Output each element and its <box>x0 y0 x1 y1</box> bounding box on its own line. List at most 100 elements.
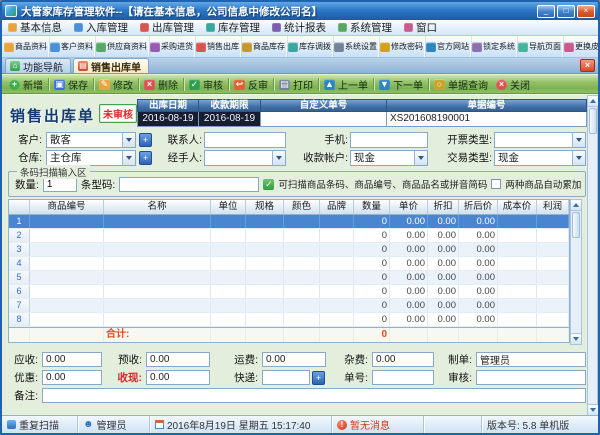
maximize-button[interactable]: □ <box>557 5 575 18</box>
scroll-up-icon[interactable] <box>571 200 581 211</box>
btn-close[interactable]: ×关闭 <box>492 75 534 93</box>
tab-function-nav[interactable]: ⌂ 功能导航 <box>5 58 71 73</box>
col-price[interactable]: 单价 <box>390 200 428 214</box>
prepaid-input[interactable] <box>146 352 210 367</box>
table-row[interactable]: 400.000.000.00 <box>9 257 569 271</box>
table-row[interactable]: 200.000.000.00 <box>9 229 569 243</box>
chevron-down-icon[interactable] <box>572 151 585 165</box>
scroll-thumb[interactable] <box>572 212 580 238</box>
tracking-no-input[interactable] <box>372 370 434 385</box>
out-date-value[interactable]: 2016-08-19 <box>137 112 199 127</box>
menu-item-basic-info[interactable]: 基本信息 <box>2 20 68 36</box>
table-row[interactable]: 800.000.000.00 <box>9 313 569 327</box>
btn-audit[interactable]: ✓审核 <box>185 75 227 93</box>
col-unit[interactable]: 单位 <box>211 200 246 214</box>
toolbar-supplier-info[interactable]: 供应商资料 <box>95 36 149 58</box>
trade-type-select[interactable]: 现金 <box>494 150 586 166</box>
discount-input[interactable] <box>42 370 102 385</box>
col-spec[interactable]: 规格 <box>246 200 284 214</box>
close-button[interactable]: × <box>577 5 595 18</box>
table-row[interactable]: 700.000.000.00 <box>9 299 569 313</box>
menu-item-outbound[interactable]: 出库管理 <box>134 20 200 36</box>
custom-no-value[interactable] <box>261 112 387 127</box>
toolbar-lock-system[interactable]: 锁定系统 <box>471 36 517 58</box>
col-cost[interactable]: 成本价 <box>498 200 537 214</box>
toolbar-nav-page[interactable]: 导航页面 <box>517 36 563 58</box>
cash-received-input[interactable] <box>146 370 210 385</box>
toolbar-stock-transfer[interactable]: 库存调拨 <box>287 36 333 58</box>
scroll-up-icon[interactable] <box>588 96 598 107</box>
scroll-down-icon[interactable] <box>588 404 598 415</box>
btn-doc-query[interactable]: ○单据查询 <box>430 75 492 93</box>
due-date-value[interactable]: 2016-08-19 <box>199 112 261 127</box>
toolbar-change-skin[interactable]: 更换皮肤 <box>563 36 598 58</box>
add-customer-button[interactable] <box>139 133 152 147</box>
toolbar-official-website[interactable]: 官方网站 <box>425 36 471 58</box>
table-row[interactable]: 600.000.000.00 <box>9 285 569 299</box>
table-row[interactable]: 100.000.000.00 <box>9 215 569 229</box>
btn-delete[interactable]: ×删除 <box>140 75 182 93</box>
chevron-down-icon[interactable] <box>272 151 285 165</box>
table-row[interactable]: 300.000.000.00 <box>9 243 569 257</box>
table-row[interactable]: 500.000.000.00 <box>9 271 569 285</box>
scroll-down-icon[interactable] <box>571 333 581 344</box>
warehouse-select[interactable]: 主仓库 <box>46 150 136 166</box>
col-discount[interactable]: 折扣 <box>428 200 459 214</box>
toolbar-customer-info[interactable]: 客户资料 <box>49 36 95 58</box>
express-lookup-button[interactable] <box>312 371 325 385</box>
chevron-down-icon[interactable] <box>122 151 135 165</box>
btn-next-doc[interactable]: ▼下一单 <box>375 75 427 93</box>
chevron-down-icon[interactable] <box>414 151 427 165</box>
btn-edit[interactable]: ✎修改 <box>95 75 137 93</box>
tab-sales-outbound[interactable]: ▤ 销售出库单 <box>73 58 149 73</box>
doc-no-value[interactable]: XS201608190001 <box>387 112 587 127</box>
btn-print[interactable]: ▤打印 <box>275 75 317 93</box>
menu-item-inbound[interactable]: 入库管理 <box>68 20 134 36</box>
message-indicator[interactable]: 暂无消息 <box>332 416 424 433</box>
menu-item-system[interactable]: 系统管理 <box>332 20 398 36</box>
col-name[interactable]: 名称 <box>104 200 211 214</box>
btn-prev-doc[interactable]: ▲上一单 <box>320 75 372 93</box>
express-input[interactable] <box>262 370 310 385</box>
add-warehouse-button[interactable] <box>139 151 152 165</box>
btn-save[interactable]: ▣保存 <box>50 75 92 93</box>
toolbar-sales-outbound[interactable]: 销售出库 <box>195 36 241 58</box>
toolbar-purchase[interactable]: 采购进货 <box>149 36 195 58</box>
repeat-scan-toggle[interactable]: 重复扫描 <box>2 416 78 433</box>
btn-unaudit[interactable]: ↩反审 <box>230 75 272 93</box>
auto-accumulate-checkbox[interactable] <box>491 179 501 189</box>
col-color[interactable]: 颜色 <box>284 200 320 214</box>
menu-item-inventory[interactable]: 库存管理 <box>200 20 266 36</box>
customer-select[interactable]: 散客 <box>46 132 136 148</box>
misc-fee-input[interactable] <box>372 352 434 367</box>
freight-input[interactable] <box>262 352 326 367</box>
minimize-button[interactable]: _ <box>537 5 555 18</box>
btn-new[interactable]: +新增 <box>5 75 47 93</box>
auditor-input[interactable] <box>476 370 586 385</box>
menu-item-window[interactable]: 窗口 <box>398 20 443 36</box>
chevron-down-icon[interactable] <box>572 133 585 147</box>
col-disc-price[interactable]: 折后价 <box>459 200 498 214</box>
remark-input[interactable] <box>42 388 586 403</box>
col-qty[interactable]: 数量 <box>354 200 390 214</box>
handler-select[interactable] <box>204 150 286 166</box>
toolbar-product-info[interactable]: 商品资料 <box>3 36 49 58</box>
maker-input[interactable] <box>476 352 586 367</box>
toolbar-system-settings[interactable]: 系统设置 <box>333 36 379 58</box>
receivable-input[interactable] <box>42 352 102 367</box>
menu-item-reports[interactable]: 统计报表 <box>266 20 332 36</box>
contact-input[interactable] <box>204 132 286 148</box>
page-scrollbar[interactable] <box>587 95 598 416</box>
tab-close-button[interactable]: × <box>580 59 595 72</box>
toolbar-change-password[interactable]: 修改密码 <box>379 36 425 58</box>
col-product-code[interactable]: 商品编号 <box>30 200 104 214</box>
col-profit[interactable]: 利润 <box>537 200 569 214</box>
barcode-input[interactable] <box>119 177 259 192</box>
invoice-type-select[interactable] <box>494 132 586 148</box>
toolbar-product-stock[interactable]: 商品库存 <box>241 36 287 58</box>
chevron-down-icon[interactable] <box>122 133 135 147</box>
account-select[interactable]: 现金 <box>350 150 428 166</box>
col-brand[interactable]: 品牌 <box>320 200 354 214</box>
scroll-thumb[interactable] <box>589 108 597 134</box>
mobile-input[interactable] <box>350 132 428 148</box>
